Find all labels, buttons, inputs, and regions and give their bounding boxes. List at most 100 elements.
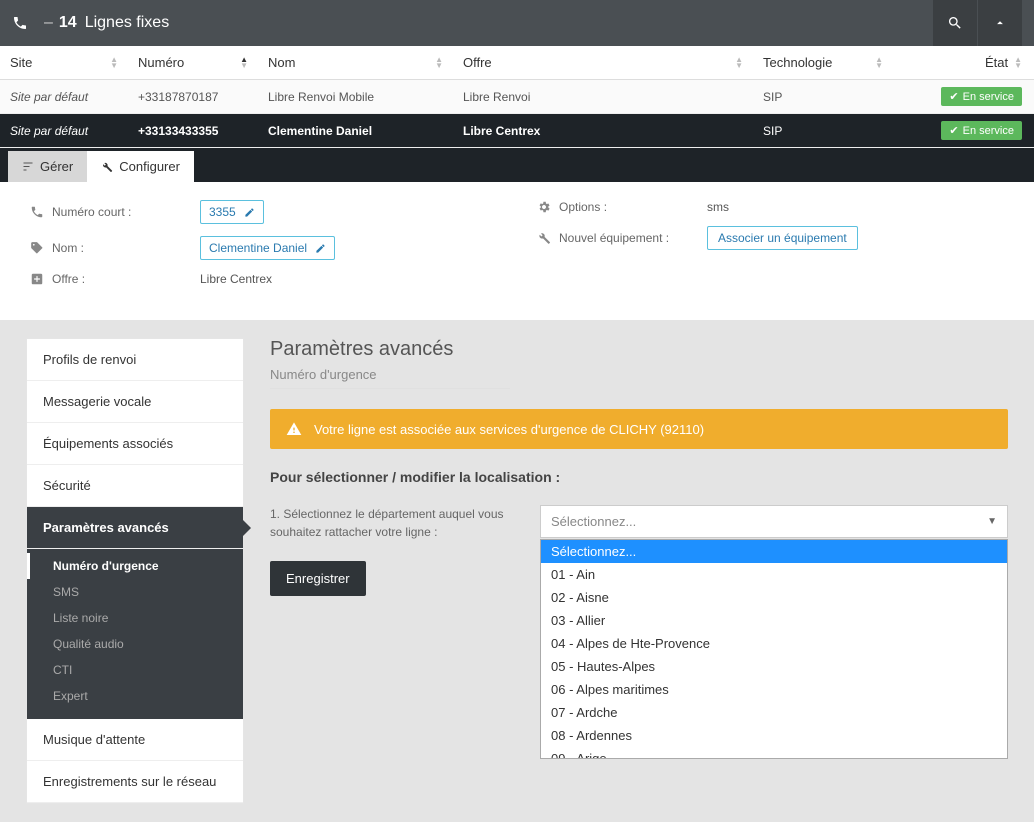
sidebar-item-parametres[interactable]: Paramètres avancés <box>27 507 243 549</box>
pane-subtitle: Numéro d'urgence <box>270 367 510 382</box>
sub-nav: Numéro d'urgence SMS Liste noire Qualité… <box>27 549 243 719</box>
dropdown-item[interactable]: Sélectionnez... <box>541 540 1007 563</box>
edit-nom[interactable]: Clementine Daniel <box>200 236 335 260</box>
tag-icon <box>30 241 44 255</box>
pencil-icon <box>244 207 255 218</box>
col-nom[interactable]: Nom▲▼ <box>258 55 453 70</box>
dropdown-item[interactable]: 06 - Alpes maritimes <box>541 678 1007 701</box>
sidebar-item-equipements[interactable]: Équipements associés <box>27 423 243 465</box>
submit-button[interactable]: Enregistrer <box>270 561 366 596</box>
collapse-button[interactable] <box>978 0 1022 46</box>
col-site[interactable]: Site▲▼ <box>0 55 128 70</box>
table-row[interactable]: Site par défaut +33187870187 Libre Renvo… <box>0 80 1034 114</box>
alert-box: Votre ligne est associée aux services d'… <box>270 409 1008 449</box>
sort-icon: ▲▼ <box>110 57 118 69</box>
pencil-icon <box>315 243 326 254</box>
status-badge: ✔En service <box>941 87 1022 106</box>
sub-item-expert[interactable]: Expert <box>27 683 243 709</box>
phone-icon <box>30 205 44 219</box>
tab-configure[interactable]: Configurer <box>87 151 194 182</box>
sort-icon: ▲▼ <box>435 57 443 69</box>
check-icon: ✔ <box>949 90 958 103</box>
sub-item-cti[interactable]: CTI <box>27 657 243 683</box>
dropdown-item[interactable]: 07 - Ardche <box>541 701 1007 724</box>
cell-site: Site par défaut <box>0 124 128 138</box>
table-header: Site▲▼ Numéro▲▼ Nom▲▼ Offre▲▼ Technologi… <box>0 46 1034 80</box>
pane-title: Paramètres avancés <box>270 338 1008 361</box>
dropdown-item[interactable]: 09 - Arige <box>541 747 1007 759</box>
cell-offre: Libre Renvoi <box>453 90 753 104</box>
wrench-icon <box>537 231 551 245</box>
select-wrap: Sélectionnez... ▼ Sélectionnez... 01 - A… <box>540 505 1008 538</box>
status-badge: ✔En service <box>941 121 1022 140</box>
gear-icon <box>537 200 551 214</box>
sub-item-liste-noire[interactable]: Liste noire <box>27 605 243 631</box>
department-select[interactable]: Sélectionnez... ▼ <box>540 505 1008 538</box>
col-offre[interactable]: Offre▲▼ <box>453 55 753 70</box>
label-equip: Nouvel équipement : <box>559 231 669 245</box>
sub-item-sms[interactable]: SMS <box>27 579 243 605</box>
value-offre: Libre Centrex <box>200 272 497 286</box>
wrench-icon <box>101 161 113 173</box>
plus-square-icon <box>30 272 44 286</box>
dropdown-item[interactable]: 02 - Aisne <box>541 586 1007 609</box>
dash: – <box>44 14 53 32</box>
cell-numero: +33187870187 <box>128 90 258 104</box>
phone-icon <box>12 15 28 31</box>
header-count: 14 <box>59 14 77 32</box>
value-options: sms <box>707 200 1004 214</box>
sidebar-item-messagerie[interactable]: Messagerie vocale <box>27 381 243 423</box>
search-button[interactable] <box>933 0 977 46</box>
cell-offre: Libre Centrex <box>453 124 753 138</box>
dropdown-item[interactable]: 01 - Ain <box>541 563 1007 586</box>
row-tabs: Gérer Configurer <box>0 148 1034 182</box>
table-row[interactable]: Site par défaut +33133433355 Clementine … <box>0 114 1034 148</box>
cell-nom: Clementine Daniel <box>258 124 453 138</box>
col-numero[interactable]: Numéro▲▼ <box>128 55 258 70</box>
tab-manage[interactable]: Gérer <box>8 151 87 182</box>
form-row-dept: 1. Sélectionnez le département auquel vo… <box>270 505 1008 541</box>
sidebar-item-securite[interactable]: Sécurité <box>27 465 243 507</box>
col-etat[interactable]: État▲▼ <box>893 55 1034 70</box>
sliders-icon <box>22 161 34 173</box>
sidebar-item-enregistrements[interactable]: Enregistrements sur le réseau <box>27 761 243 803</box>
sidebar-item-musique[interactable]: Musique d'attente <box>27 719 243 761</box>
label-nom: Nom : <box>52 241 84 255</box>
dropdown-item[interactable]: 03 - Allier <box>541 609 1007 632</box>
cell-numero: +33133433355 <box>128 124 258 138</box>
col-tech[interactable]: Technologie▲▼ <box>753 55 893 70</box>
dropdown-item[interactable]: 04 - Alpes de Hte-Provence <box>541 632 1007 655</box>
sort-icon: ▲▼ <box>735 57 743 69</box>
chevron-down-icon: ▼ <box>987 516 997 527</box>
sidebar: Profils de renvoi Messagerie vocale Équi… <box>26 338 244 804</box>
section-label: Pour sélectionner / modifier la localisa… <box>270 469 1008 485</box>
sub-item-urgence[interactable]: Numéro d'urgence <box>27 553 243 579</box>
warning-icon <box>286 421 302 437</box>
sort-icon: ▲▼ <box>1014 57 1022 69</box>
dropdown-item[interactable]: 05 - Hautes-Alpes <box>541 655 1007 678</box>
edit-numero-court[interactable]: 3355 <box>200 200 264 224</box>
check-icon: ✔ <box>949 124 958 137</box>
sort-icon: ▲▼ <box>875 57 883 69</box>
header-bar: – 14 Lignes fixes <box>0 0 1034 46</box>
cell-tech: SIP <box>753 90 893 104</box>
cell-nom: Libre Renvoi Mobile <box>258 90 453 104</box>
header-title: Lignes fixes <box>85 14 170 32</box>
label-offre: Offre : <box>52 272 85 286</box>
cell-etat: ✔En service <box>893 87 1034 106</box>
sub-item-qualite[interactable]: Qualité audio <box>27 631 243 657</box>
alert-text: Votre ligne est associée aux services d'… <box>314 422 704 437</box>
department-dropdown[interactable]: Sélectionnez... 01 - Ain 02 - Aisne 03 -… <box>540 539 1008 759</box>
associate-equipment-button[interactable]: Associer un équipement <box>707 226 858 250</box>
cell-etat: ✔En service <box>893 121 1034 140</box>
right-pane: Paramètres avancés Numéro d'urgence Votr… <box>270 338 1008 804</box>
dropdown-item[interactable]: 08 - Ardennes <box>541 724 1007 747</box>
cell-site: Site par défaut <box>0 90 128 104</box>
label-options: Options : <box>559 200 607 214</box>
sidebar-item-profils[interactable]: Profils de renvoi <box>27 339 243 381</box>
label-numero-court: Numéro court : <box>52 205 131 219</box>
content-area: Profils de renvoi Messagerie vocale Équi… <box>0 320 1034 822</box>
detail-panel: Numéro court : 3355 Nom : Clementine Dan… <box>0 182 1034 320</box>
sort-icon: ▲▼ <box>240 57 248 69</box>
cell-tech: SIP <box>753 124 893 138</box>
